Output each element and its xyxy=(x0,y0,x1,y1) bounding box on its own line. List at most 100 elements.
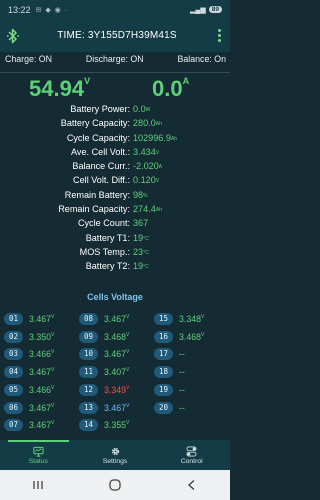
cell-voltage-item: 17 -- xyxy=(154,347,185,361)
cell-number-badge: 05 xyxy=(4,383,23,396)
param-row: Cycle Capacity: 102996.9Ah xyxy=(0,131,230,145)
back-icon[interactable] xyxy=(182,477,202,493)
cell-voltage-value: 3.407V xyxy=(104,367,130,378)
cell-voltage-value: 3.468V xyxy=(104,331,130,342)
cell-voltage-item: 10 3.467V xyxy=(79,347,129,361)
param-label: Battery T1: xyxy=(85,232,130,243)
param-label: Battery Capacity: xyxy=(60,118,130,129)
cell-voltage-item: 05 3.466V xyxy=(4,383,54,397)
cell-number-badge: 09 xyxy=(79,330,98,343)
tab-control[interactable]: Control xyxy=(153,440,230,470)
cell-number-badge: 19 xyxy=(154,383,173,396)
tab-control-label: Control xyxy=(180,457,203,465)
cell-voltage-item: 06 3.467V xyxy=(4,401,54,415)
cell-number-badge: 01 xyxy=(4,313,23,325)
recent-apps-icon[interactable] xyxy=(28,477,48,493)
total-current: 0.0A xyxy=(152,76,189,104)
total-current-value: 0.0 xyxy=(152,76,183,101)
cell-voltage-item: 15 3.348V xyxy=(154,312,204,326)
param-row: Remain Battery: 98% xyxy=(0,188,230,202)
cell-voltage-value: 3.467V xyxy=(29,402,55,413)
home-icon[interactable] xyxy=(105,477,125,493)
cell-number-badge: 04 xyxy=(4,366,23,379)
param-label: Balance Curr.: xyxy=(72,161,130,172)
param-value: 0.120V xyxy=(133,175,160,186)
cell-number-badge: 18 xyxy=(154,366,173,379)
cell-voltage-value: 3.349V xyxy=(104,384,130,395)
param-value: 19°C xyxy=(133,232,149,243)
param-row: Battery T1: 19°C xyxy=(0,231,230,245)
page-title: TIME: 3Y155D7H39M41S xyxy=(57,30,177,41)
cell-voltage-item: 04 3.467V xyxy=(4,365,54,379)
cell-number-badge: 15 xyxy=(154,313,173,325)
param-value: 102996.9Ah xyxy=(133,132,178,143)
cell-voltage-value: -- xyxy=(179,349,185,360)
cell-voltage-item: 09 3.468V xyxy=(79,330,129,344)
param-value: -2.020A xyxy=(133,161,163,172)
tab-settings-label: Settings xyxy=(102,457,128,465)
cell-number-badge: 12 xyxy=(79,383,98,396)
divider xyxy=(0,72,230,73)
cell-voltage-value: 3.466V xyxy=(29,349,55,360)
tab-settings[interactable]: Settings xyxy=(77,440,154,470)
cell-voltage-item: 03 3.466V xyxy=(4,347,54,361)
toggle-icon xyxy=(186,446,197,456)
param-value: 280.0Ah xyxy=(133,118,162,129)
cell-voltage-item: 01 3.467V xyxy=(4,312,54,326)
param-value: 23°C xyxy=(133,246,149,257)
tab-status-label: Status xyxy=(28,457,48,465)
cell-number-badge: 03 xyxy=(4,348,23,361)
gear-icon xyxy=(111,447,119,455)
bluetooth-icon[interactable] xyxy=(6,27,20,45)
param-row: Cycle Count: 367 xyxy=(0,216,230,230)
cell-number-badge: 13 xyxy=(79,401,98,414)
cell-voltage-value: 3.350V xyxy=(29,331,55,342)
cell-number-badge: 08 xyxy=(79,313,98,325)
total-voltage-unit: V xyxy=(84,76,91,86)
cell-voltage-value: 3.467V xyxy=(104,314,130,324)
status-right: ▂▄▆ 89 xyxy=(190,6,222,14)
balance-status: Balance: On xyxy=(178,54,226,70)
overflow-menu-icon[interactable] xyxy=(214,29,224,42)
cell-voltage-item: 07 3.467V xyxy=(4,418,54,432)
cell-voltage-item: 08 3.467V xyxy=(79,312,129,326)
param-row: Remain Capacity: 274.4Ah xyxy=(0,202,230,216)
cell-voltage-item: 16 3.468V xyxy=(154,330,204,344)
param-label: MOS Temp.: xyxy=(79,246,130,257)
param-row: MOS Temp.: 23°C xyxy=(0,245,230,259)
cell-voltage-value: 3.467V xyxy=(29,314,55,324)
param-row: Battery Capacity: 280.0Ah xyxy=(0,116,230,130)
app-bar: TIME: 3Y155D7H39M41S xyxy=(0,19,230,52)
cell-voltage-item: 20 -- xyxy=(154,401,185,415)
cells-voltage-heading: Cells Voltage xyxy=(87,292,143,302)
param-row: Ave. Cell Volt.: 3.434V xyxy=(0,145,230,159)
param-value: 0.0W xyxy=(133,104,151,114)
cell-voltage-value: 3.467V xyxy=(104,402,130,413)
param-label: Ave. Cell Volt.: xyxy=(71,146,130,157)
cell-voltage-value: 3.467V xyxy=(104,349,130,360)
cell-voltage-item: 14 3.355V xyxy=(79,418,129,432)
charge-label: Charge: xyxy=(5,54,37,64)
param-row: Balance Curr.: -2.020A xyxy=(0,159,230,173)
cell-voltage-value: 3.468V xyxy=(179,331,205,342)
cell-voltage-item: 12 3.349V xyxy=(79,383,129,397)
cell-voltage-value: -- xyxy=(179,367,185,378)
tab-status[interactable]: Status xyxy=(0,440,77,470)
cell-number-badge: 10 xyxy=(79,348,98,361)
cell-number-badge: 14 xyxy=(79,419,98,432)
cell-voltage-value: 3.348V xyxy=(179,314,205,324)
param-row: Battery Power: 0.0W xyxy=(0,102,230,116)
param-label: Cell Volt. Diff.: xyxy=(73,175,130,186)
cell-voltage-value: 3.467V xyxy=(29,420,55,431)
param-row: Cell Volt. Diff.: 0.120V xyxy=(0,173,230,187)
cell-number-badge: 16 xyxy=(154,330,173,343)
total-voltage: 54.94V xyxy=(29,76,90,104)
cell-number-badge: 06 xyxy=(4,401,23,414)
cell-voltage-value: 3.355V xyxy=(104,420,130,431)
cell-voltage-item: 13 3.467V xyxy=(79,401,129,415)
total-voltage-value: 54.94 xyxy=(29,76,85,101)
monitor-icon xyxy=(33,446,44,457)
param-label: Remain Capacity: xyxy=(58,204,130,215)
cell-number-badge: 02 xyxy=(4,330,23,343)
cell-voltage-item: 11 3.407V xyxy=(79,365,129,379)
